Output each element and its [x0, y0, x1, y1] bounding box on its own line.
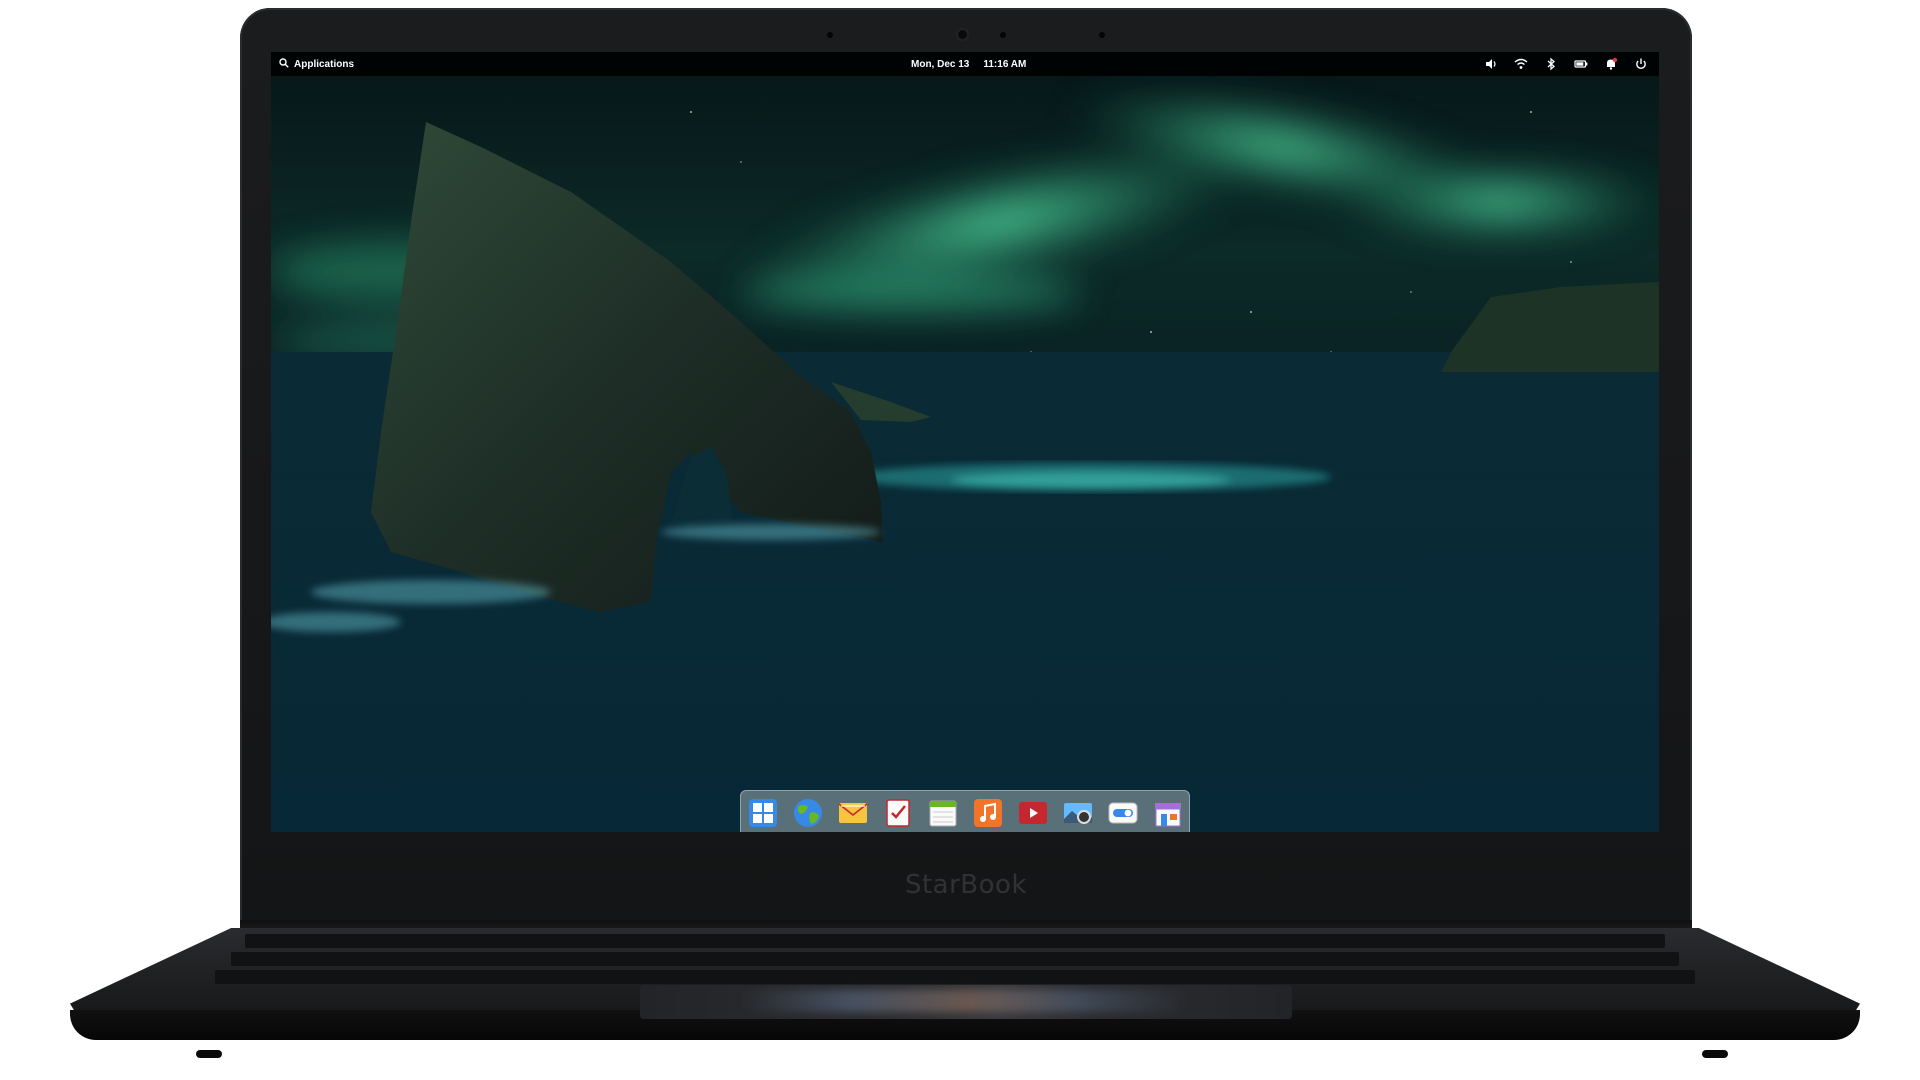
mail-icon[interactable]	[837, 797, 869, 829]
applications-menu-button[interactable]: Applications	[279, 57, 354, 71]
sensor-dot	[827, 32, 833, 38]
search-icon	[279, 57, 289, 71]
bluetooth-icon[interactable]	[1543, 56, 1559, 72]
top-panel: Applications Mon, Dec 13 11:16 AM	[271, 52, 1659, 76]
music-icon[interactable]	[972, 797, 1004, 829]
wifi-icon[interactable]	[1513, 56, 1529, 72]
photos-icon[interactable]	[1062, 797, 1094, 829]
datetime-indicator[interactable]: Mon, Dec 13 11:16 AM	[911, 57, 1026, 71]
date-text: Mon, Dec 13	[911, 58, 970, 70]
screen: Applications Mon, Dec 13 11:16 AM	[271, 52, 1659, 832]
keyboard-row	[215, 970, 1695, 984]
battery-icon[interactable]	[1573, 56, 1589, 72]
videos-icon[interactable]	[1017, 797, 1049, 829]
brand-label: StarBook	[904, 870, 1028, 900]
multitasking-view-icon[interactable]	[747, 797, 779, 829]
keyboard	[215, 934, 1695, 988]
time-text: 11:16 AM	[983, 58, 1027, 70]
app-center-icon[interactable]	[1152, 797, 1184, 829]
rubber-foot	[1702, 1050, 1728, 1058]
webcam	[958, 30, 967, 39]
rubber-foot	[196, 1050, 222, 1058]
sensor-dot	[1099, 32, 1105, 38]
volume-icon[interactable]	[1483, 56, 1499, 72]
keyboard-row	[245, 934, 1665, 948]
keyboard-row	[231, 952, 1679, 966]
calendar-icon[interactable]	[927, 797, 959, 829]
sensor-dot	[1000, 32, 1006, 38]
applications-label: Applications	[294, 58, 355, 70]
system-settings-icon[interactable]	[1107, 797, 1139, 829]
indicator-area	[1483, 56, 1649, 72]
touchpad-reflection	[740, 990, 1190, 1012]
desktop-wallpaper	[271, 52, 1659, 832]
tasks-icon[interactable]	[882, 797, 914, 829]
laptop: StarBook Applications Mon, Dec 13 11:16 …	[0, 0, 1920, 1080]
dock	[740, 790, 1190, 832]
notifications-icon[interactable]	[1603, 56, 1619, 72]
power-icon[interactable]	[1633, 56, 1649, 72]
web-browser-icon[interactable]	[792, 797, 824, 829]
